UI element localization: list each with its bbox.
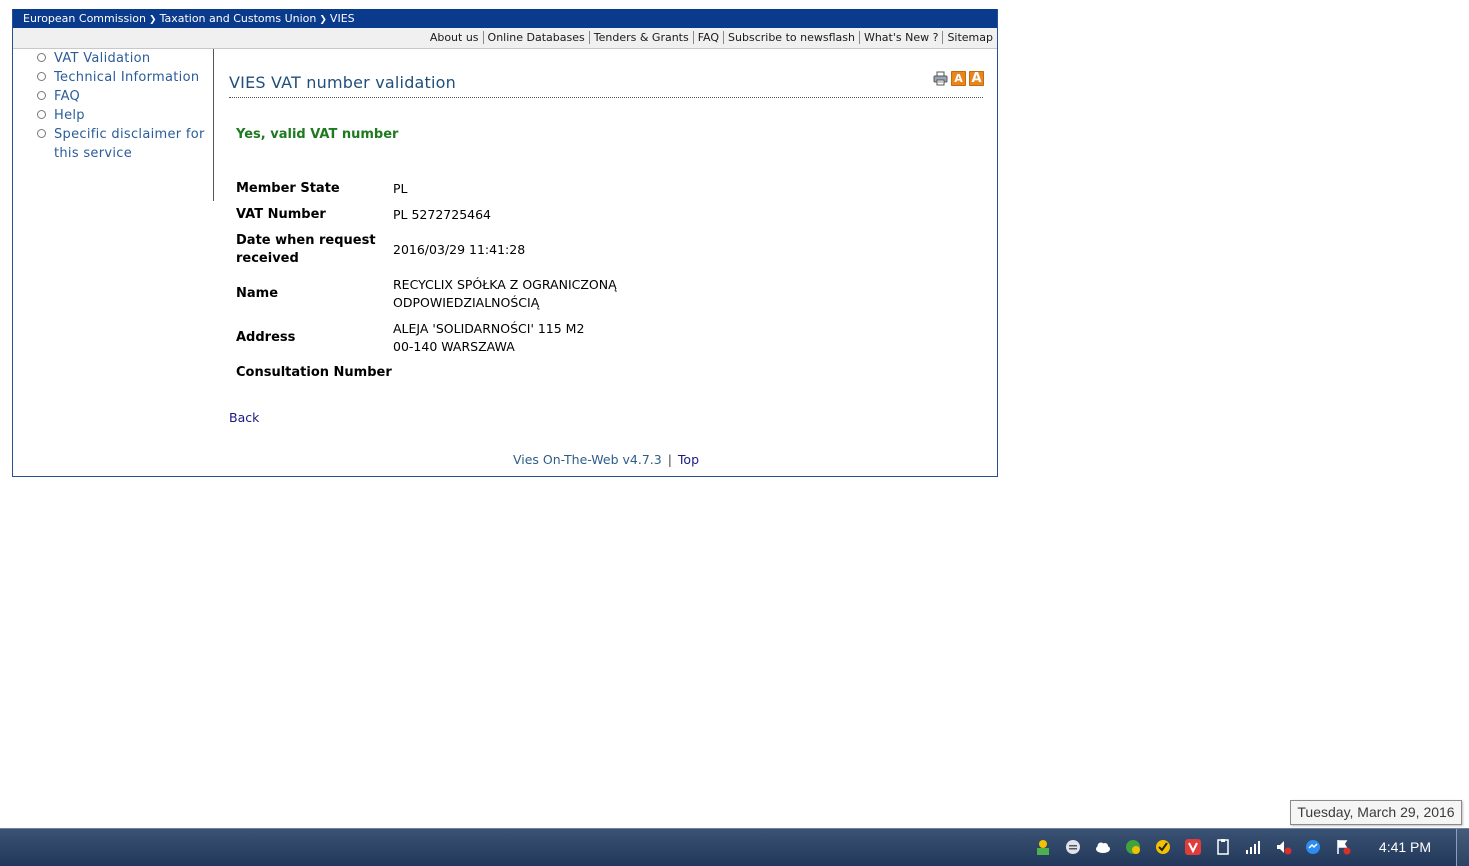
- address-label: Address: [236, 330, 296, 345]
- sidebar: VAT Validation Technical Information FAQ…: [13, 49, 214, 201]
- breadcrumb: European Commission ❯ Taxation and Customs…: [13, 9, 997, 28]
- vat-details-table: Member State PL VAT Number PL 5272725464…: [236, 176, 617, 386]
- consultation-number-value: [393, 360, 617, 386]
- sidebar-link-faq[interactable]: FAQ: [54, 89, 80, 104]
- sidebar-link-disclaimer[interactable]: Specific disclaimer for this service: [54, 127, 205, 161]
- circle-bullet-icon: [37, 72, 46, 81]
- sidebar-item-technical-information: Technical Information: [13, 68, 213, 87]
- name-value: RECYCLIX SPÓŁKA Z OGRANICZONĄ ODPOWIEDZI…: [393, 272, 617, 316]
- table-row: Member State PL: [236, 176, 617, 202]
- sidebar-item-faq: FAQ: [13, 87, 213, 106]
- breadcrumb-european-commission[interactable]: European Commission: [23, 12, 146, 25]
- date-received-label: Date when request received: [236, 233, 376, 266]
- chevron-right-icon: ❯: [149, 15, 157, 25]
- circle-bullet-icon: [37, 129, 46, 138]
- show-desktop-button[interactable]: [1456, 829, 1469, 866]
- table-row: Name RECYCLIX SPÓŁKA Z OGRANICZONĄ ODPOW…: [236, 272, 617, 316]
- circle-bullet-icon: [37, 110, 46, 119]
- sidebar-item-help: Help: [13, 106, 213, 125]
- onedrive-cloud-icon[interactable]: [1094, 838, 1112, 856]
- toplink-about-us[interactable]: About us: [426, 31, 483, 44]
- name-value-line1: RECYCLIX SPÓŁKA Z OGRANICZONĄ: [393, 277, 617, 292]
- toplink-tenders-grants[interactable]: Tenders & Grants: [588, 31, 693, 44]
- top-links-bar: About us Online Databases Tenders & Grants…: [13, 28, 997, 49]
- name-label: Name: [236, 286, 279, 301]
- sidebar-link-vat-validation[interactable]: VAT Validation: [54, 51, 150, 66]
- table-row: Address ALEJA 'SOLIDARNOŚCI' 115 M2 00-1…: [236, 316, 617, 360]
- network-signal-icon[interactable]: [1244, 838, 1262, 856]
- clipboard-icon[interactable]: [1214, 838, 1232, 856]
- toplink-sitemap[interactable]: Sitemap: [942, 31, 997, 44]
- address-value-line1: ALEJA 'SOLIDARNOŚCI' 115 M2: [393, 321, 585, 336]
- font-size-small-icon[interactable]: A: [951, 71, 966, 86]
- vat-number-value: PL 5272725464: [393, 207, 492, 222]
- sidebar-item-disclaimer: Specific disclaimer for this service: [13, 125, 213, 163]
- breadcrumb-vies[interactable]: VIES: [330, 12, 355, 25]
- page-footer: Vies On-The-Web v4.7.3 | Top: [229, 452, 983, 467]
- security-icon[interactable]: [1124, 838, 1142, 856]
- taskbar-clock[interactable]: 4:41 PM: [1370, 829, 1440, 866]
- name-value-line2: ODPOWIEDZIALNOŚCIĄ: [393, 295, 540, 310]
- taskbar: 4:41 PM: [0, 828, 1469, 866]
- circle-bullet-icon: [37, 53, 46, 62]
- toplink-online-databases[interactable]: Online Databases: [482, 31, 589, 44]
- browser-page: European Commission ❯ Taxation and Customs…: [12, 9, 998, 477]
- top-link[interactable]: Top: [678, 452, 699, 467]
- title-divider: [229, 97, 983, 98]
- table-row: Date when request received 2016/03/29 11…: [236, 228, 617, 272]
- volume-muted-icon[interactable]: [1274, 838, 1292, 856]
- page-tools: AA: [930, 71, 984, 87]
- chevron-right-icon: ❯: [319, 15, 327, 25]
- sidebar-item-vat-validation: VAT Validation: [13, 49, 213, 68]
- messenger-chat-icon[interactable]: [1064, 838, 1082, 856]
- toplink-faq[interactable]: FAQ: [692, 31, 724, 44]
- date-tooltip: Tuesday, March 29, 2016: [1290, 800, 1462, 825]
- font-size-large-icon[interactable]: A: [969, 71, 984, 86]
- footer-separator: |: [667, 452, 672, 467]
- norton-icon[interactable]: [1154, 838, 1172, 856]
- version-text: Vies On-The-Web v4.7.3: [512, 452, 662, 467]
- circle-bullet-icon: [37, 91, 46, 100]
- toplink-whats-new[interactable]: What's New ?: [858, 31, 943, 44]
- app-icon[interactable]: [1034, 838, 1052, 856]
- messenger-icon[interactable]: [1304, 838, 1322, 856]
- page-title: VIES VAT number validation: [229, 73, 457, 92]
- sidebar-link-technical-information[interactable]: Technical Information: [54, 70, 199, 85]
- table-row: VAT Number PL 5272725464: [236, 202, 617, 228]
- toplink-subscribe-newsflash[interactable]: Subscribe to newsflash: [723, 31, 859, 44]
- breadcrumb-taxation-customs[interactable]: Taxation and Customs Union: [160, 12, 317, 25]
- sidebar-link-help[interactable]: Help: [54, 108, 85, 123]
- vat-number-label: VAT Number: [236, 207, 326, 222]
- vivaldi-icon[interactable]: [1184, 838, 1202, 856]
- action-center-flag-icon[interactable]: [1334, 838, 1352, 856]
- back-link[interactable]: Back: [229, 410, 259, 425]
- date-received-value: 2016/03/29 11:41:28: [393, 242, 526, 257]
- consultation-number-label: Consultation Number: [236, 365, 392, 380]
- member-state-label: Member State: [236, 181, 340, 196]
- address-value: ALEJA 'SOLIDARNOŚCI' 115 M2 00-140 WARSZ…: [393, 316, 617, 360]
- printer-icon[interactable]: [933, 71, 948, 86]
- address-value-line2: 00-140 WARSZAWA: [393, 339, 515, 354]
- validation-result-message: Yes, valid VAT number: [236, 127, 399, 142]
- member-state-value: PL: [393, 181, 408, 196]
- table-row: Consultation Number: [236, 360, 617, 386]
